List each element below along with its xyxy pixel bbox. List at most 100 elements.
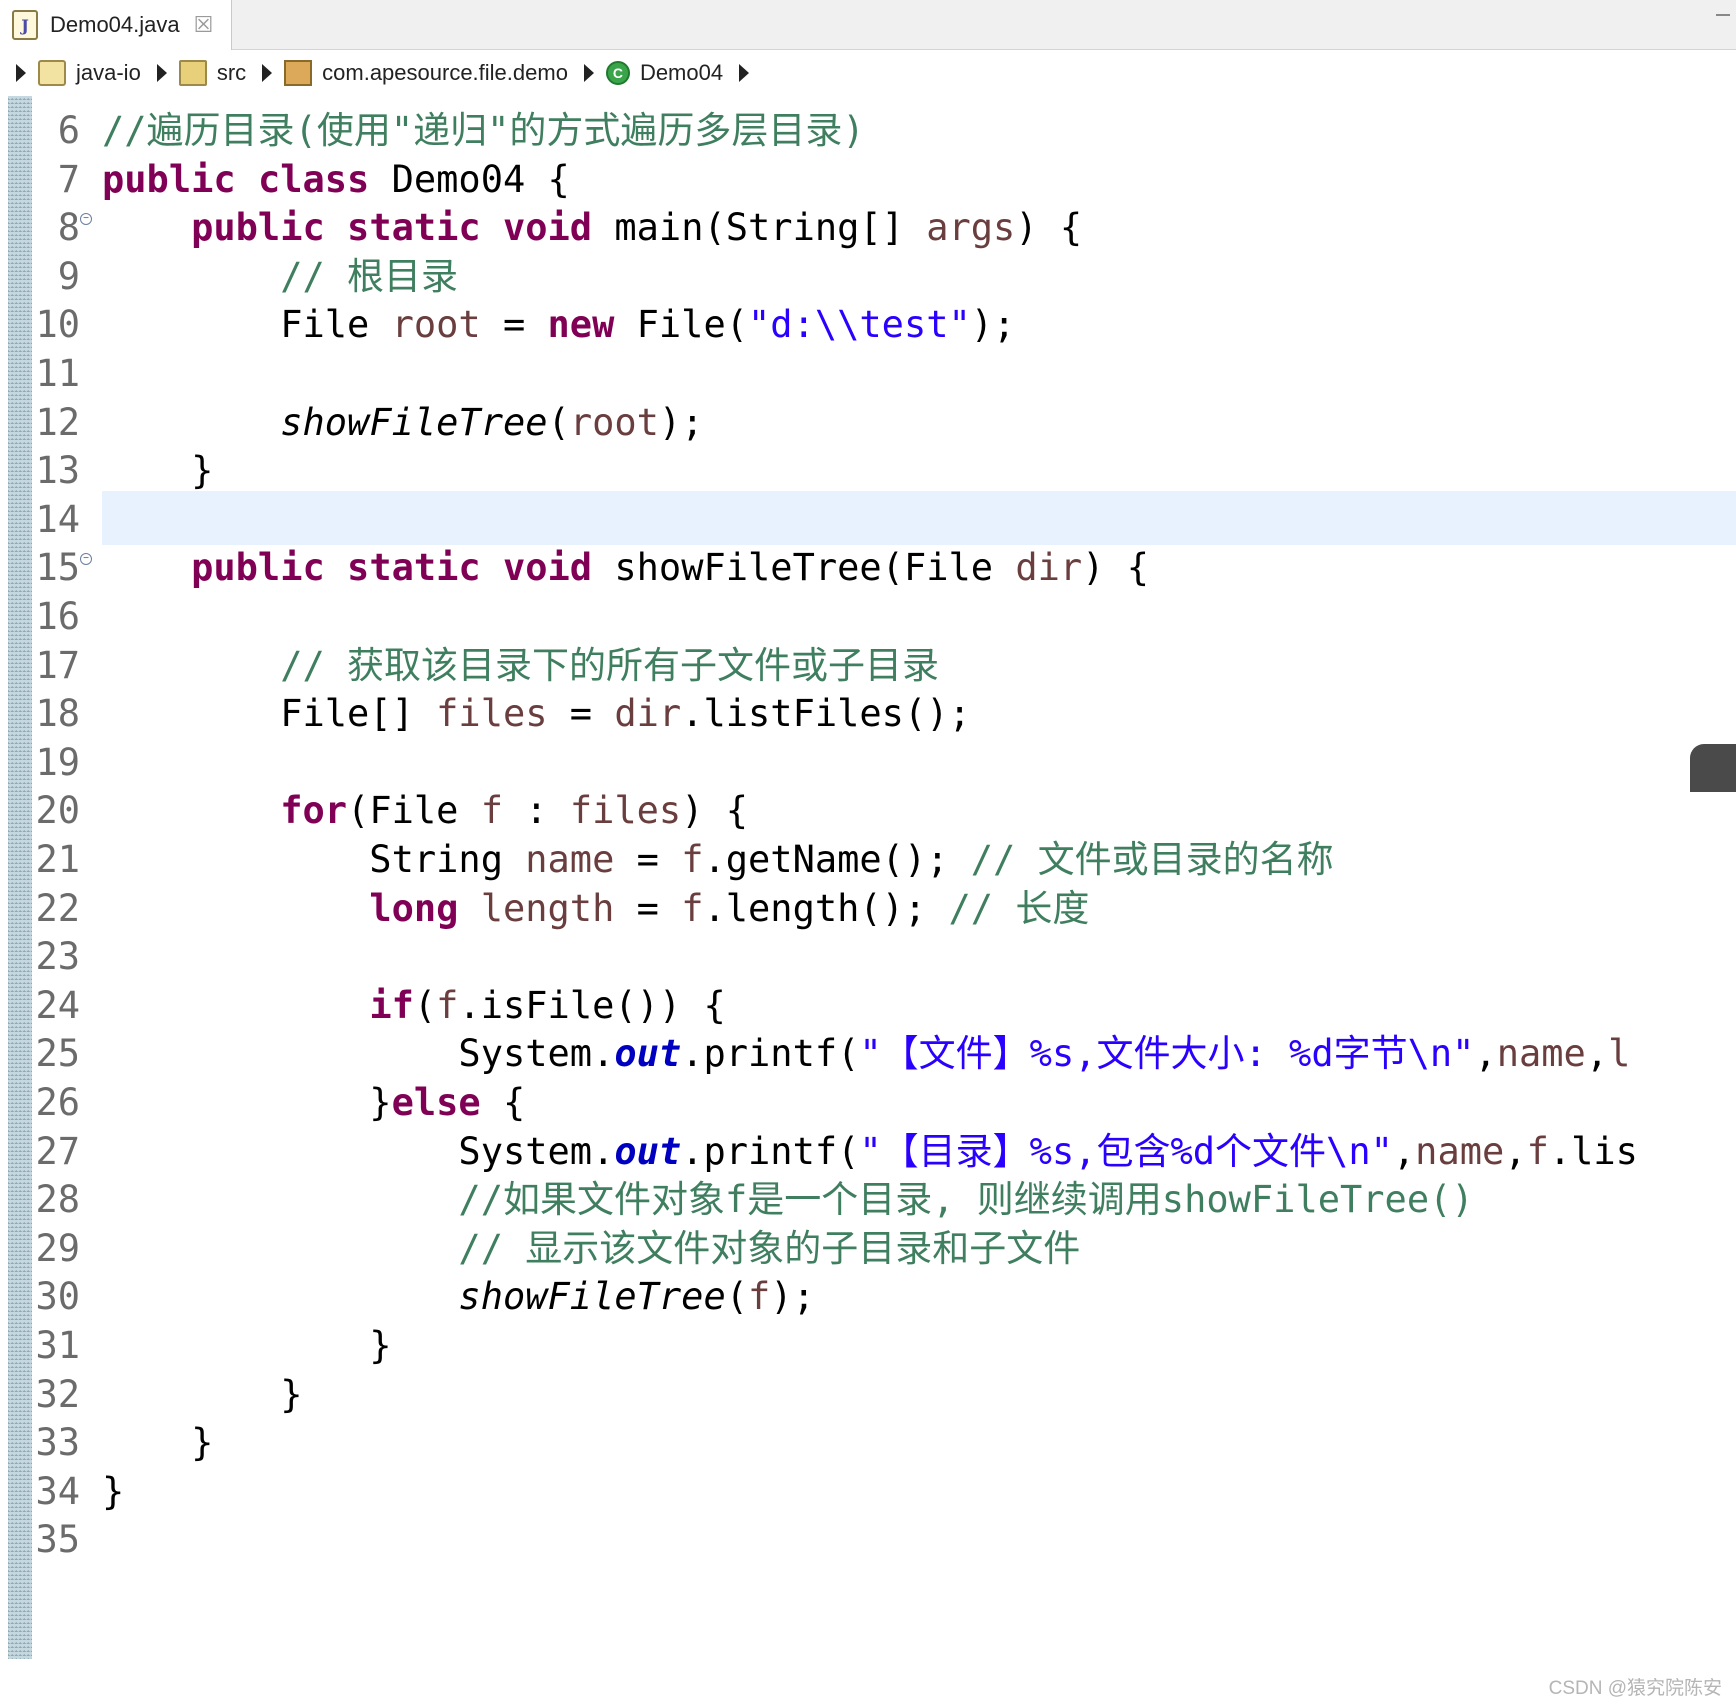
line-number: 15: [35, 546, 80, 590]
code-line[interactable]: 35: [0, 1513, 1736, 1567]
line-number: 24: [35, 983, 80, 1027]
code-text[interactable]: if(f.isFile()) {: [102, 979, 725, 1033]
class-icon: C: [605, 61, 630, 85]
code-line[interactable]: 34}: [0, 1465, 1736, 1519]
minimize-icon[interactable]: [1716, 14, 1730, 19]
code-editor[interactable]: 6 //遍历目录(使用"递归"的方式遍历多层目录) 7 public class De…: [0, 96, 1736, 1708]
tab-demo04-java[interactable]: J Demo04.java ☒: [0, 0, 232, 50]
chevron-right-icon[interactable]: [262, 64, 273, 82]
code-line[interactable]: 33 }: [0, 1416, 1736, 1470]
line-number: 32: [35, 1372, 80, 1416]
line-number: 18: [35, 692, 80, 736]
line-number: 30: [35, 1275, 80, 1319]
line-number: 6: [57, 109, 80, 152]
line-number: 35: [35, 1518, 80, 1562]
code-text[interactable]: System.out.printf("【目录】%s,包含%d个文件\n",nam…: [102, 1125, 1638, 1179]
code-line[interactable]: 9 // 根目录: [0, 250, 1736, 304]
code-line[interactable]: 30 showFileTree(f);: [0, 1270, 1736, 1324]
line-number: 9: [57, 254, 80, 298]
code-text[interactable]: // 获取该目录下的所有子文件或子目录: [102, 639, 939, 693]
code-text[interactable]: for(File f : files) {: [102, 784, 748, 838]
fold-toggle-icon[interactable]: −: [80, 553, 92, 566]
source-folder-icon: [178, 60, 207, 86]
code-line[interactable]: 7 public class Demo04 {: [0, 153, 1736, 207]
code-text[interactable]: showFileTree(root);: [102, 396, 703, 450]
code-line[interactable]: 25 System.out.printf("【文件】%s,文件大小: %d字节\…: [0, 1027, 1736, 1081]
project-icon: [38, 60, 66, 86]
overview-ruler-marker[interactable]: [1690, 744, 1736, 792]
editor-tab-bar: J Demo04.java ☒: [0, 0, 1736, 50]
code-line[interactable]: 27 System.out.printf("【目录】%s,包含%d个文件\n",…: [0, 1125, 1736, 1179]
code-text[interactable]: //遍历目录(使用"递归"的方式遍历多层目录): [102, 104, 865, 158]
code-text[interactable]: // 根目录: [102, 250, 458, 304]
line-number: 27: [35, 1129, 80, 1173]
code-text[interactable]: File[] files = dir.listFiles();: [102, 687, 971, 741]
close-icon[interactable]: ☒: [194, 12, 214, 38]
code-text[interactable]: public class Demo04 {: [102, 153, 570, 207]
code-line[interactable]: 23: [0, 930, 1736, 984]
line-number: 16: [35, 595, 80, 638]
code-text[interactable]: long length = f.length(); // 长度: [102, 882, 1089, 936]
line-number: 19: [35, 740, 80, 784]
chevron-right-icon[interactable]: [156, 64, 167, 82]
code-text[interactable]: //如果文件对象f是一个目录, 则继续调用showFileTree(): [102, 1173, 1473, 1227]
code-text[interactable]: public static void main(String[] args) {: [102, 201, 1082, 255]
line-number: 29: [35, 1226, 80, 1270]
line-number: 28: [35, 1178, 80, 1222]
code-line[interactable]: 8− public static void main(String[] args…: [0, 201, 1736, 255]
code-line[interactable]: 28 //如果文件对象f是一个目录, 则继续调用showFileTree(): [0, 1173, 1736, 1227]
line-number: 26: [35, 1081, 80, 1124]
tab-title: Demo04.java: [50, 12, 180, 37]
line-number: 31: [35, 1324, 80, 1367]
breadcrumb-item-package[interactable]: com.apesource.file.demo: [322, 60, 568, 86]
code-line[interactable]: 14: [0, 493, 1736, 547]
code-text[interactable]: File root = new File("d:\\test");: [102, 298, 1015, 352]
chevron-right-icon[interactable]: [739, 64, 750, 82]
code-line[interactable]: 11: [0, 347, 1736, 401]
line-number: 11: [35, 352, 80, 395]
code-line[interactable]: 24 if(f.isFile()) {: [0, 979, 1736, 1033]
code-line[interactable]: 31 }: [0, 1319, 1736, 1373]
line-number: 12: [35, 400, 80, 444]
code-text[interactable]: }: [102, 1319, 391, 1373]
code-line[interactable]: 16: [0, 590, 1736, 644]
code-text[interactable]: showFileTree(f);: [102, 1270, 814, 1324]
line-number: 23: [35, 935, 80, 979]
code-line[interactable]: 6 //遍历目录(使用"递归"的方式遍历多层目录): [0, 104, 1736, 158]
breadcrumb-item-class[interactable]: Demo04: [640, 60, 723, 86]
code-line[interactable]: 22 long length = f.length(); // 长度: [0, 882, 1736, 936]
code-line[interactable]: 15− public static void showFileTree(File…: [0, 541, 1736, 595]
line-number: 13: [35, 449, 80, 493]
code-text[interactable]: }: [102, 1368, 302, 1422]
code-line[interactable]: 29 // 显示该文件对象的子目录和子文件: [0, 1222, 1736, 1276]
code-text[interactable]: }else {: [102, 1076, 525, 1130]
chevron-right-icon[interactable]: [16, 64, 26, 82]
code-line[interactable]: 18 File[] files = dir.listFiles();: [0, 687, 1736, 741]
code-line[interactable]: 20 for(File f : files) {: [0, 784, 1736, 838]
line-number: 17: [35, 643, 80, 687]
line-number: 8: [57, 206, 80, 250]
line-number: 20: [35, 789, 80, 833]
line-number: 34: [35, 1469, 80, 1513]
breadcrumb: java-io src com.apesource.file.demo C De…: [0, 50, 1736, 96]
line-number: 33: [35, 1421, 80, 1465]
code-line[interactable]: 10 File root = new File("d:\\test");: [0, 298, 1736, 352]
code-line[interactable]: 26 }else {: [0, 1076, 1736, 1130]
line-number: 14: [35, 497, 80, 541]
code-line[interactable]: 17 // 获取该目录下的所有子文件或子目录: [0, 639, 1736, 693]
code-text[interactable]: System.out.printf("【文件】%s,文件大小: %d字节\n",…: [102, 1027, 1630, 1081]
fold-toggle-icon[interactable]: −: [80, 213, 92, 226]
java-file-icon: J: [12, 10, 38, 40]
code-text[interactable]: String name = f.getName(); // 文件或目录的名称: [102, 833, 1333, 887]
code-text[interactable]: public static void showFileTree(File dir…: [102, 541, 1149, 595]
code-line[interactable]: 12 showFileTree(root);: [0, 396, 1736, 450]
code-line[interactable]: 21 String name = f.getName(); // 文件或目录的名…: [0, 833, 1736, 887]
code-text[interactable]: }: [102, 1416, 213, 1470]
code-text[interactable]: // 显示该文件对象的子目录和子文件: [102, 1222, 1080, 1276]
breadcrumb-item-src[interactable]: src: [217, 60, 246, 86]
breadcrumb-item-project[interactable]: java-io: [76, 60, 141, 86]
code-line[interactable]: 19: [0, 736, 1736, 790]
code-line[interactable]: 32 }: [0, 1368, 1736, 1422]
code-text[interactable]: }: [102, 1465, 124, 1519]
chevron-right-icon[interactable]: [583, 64, 594, 82]
